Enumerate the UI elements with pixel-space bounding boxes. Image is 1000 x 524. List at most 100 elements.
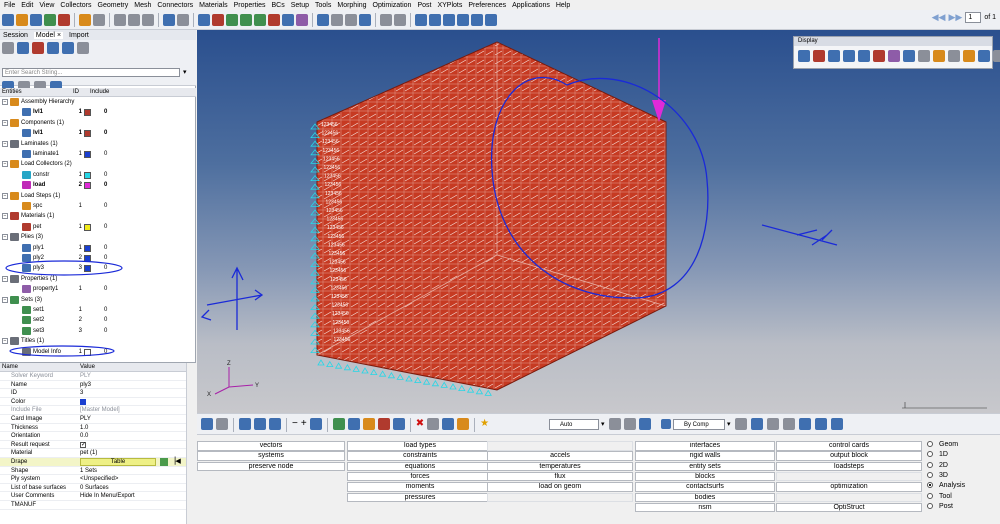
property-row[interactable]: Shape 1 Sets [0,467,186,476]
close-tab-icon[interactable]: × [57,32,61,39]
radio-circle-icon[interactable] [927,451,933,458]
menu-properties[interactable]: Properties [234,2,266,9]
display-abc-blue-icon[interactable] [978,50,990,62]
property-color-swatch[interactable] [80,398,86,405]
panel-button-constraints[interactable]: constraints [347,451,493,461]
drape-value[interactable]: Table [80,458,156,466]
export-icon[interactable] [44,13,56,26]
property-row[interactable]: Result request ✓ [0,441,186,450]
panel-button-rigid-walls[interactable]: rigid walls [635,451,775,461]
radio-circle-icon[interactable] [927,482,933,489]
open-model-icon[interactable] [2,13,14,26]
delete-icon[interactable]: ✖ [416,418,424,432]
user-profile-icon[interactable] [79,13,91,26]
star-icon[interactable]: ★ [480,418,489,432]
by-comp-dropdown[interactable]: By Comp [673,419,725,430]
plus-icon[interactable]: + [301,418,307,432]
property-row[interactable]: Name ply3 [0,381,186,390]
display-plies-icon[interactable] [873,50,885,62]
property-value[interactable]: [Master Model] [80,406,120,415]
property-row[interactable]: User Comments Hide In Menu/Export [0,492,186,501]
property-row[interactable]: TMANUF [0,501,186,510]
panel-button-contactsurfs[interactable]: contactsurfs [635,482,775,492]
property-row[interactable]: Thickness 1.0 [0,424,186,433]
monitor-icon[interactable] [831,418,843,430]
undo-icon[interactable] [163,13,175,26]
box-display-icon[interactable] [751,418,763,430]
panel-button-nsm[interactable]: nsm [635,502,775,513]
shade-icon[interactable] [142,13,154,26]
menu-view[interactable]: View [39,2,54,9]
panel-button-pressures[interactable]: pressures [347,492,493,502]
copy-icon[interactable] [380,13,392,26]
reverse-icon[interactable] [442,418,455,430]
browser-tool-2-icon[interactable] [17,42,29,54]
display-thickness-icon[interactable] [888,50,900,62]
search-entities-icon[interactable] [457,418,470,430]
radio-1d[interactable]: 1D [927,450,948,460]
undo-view-icon[interactable] [269,418,281,430]
display-elements-icon[interactable] [798,50,810,62]
element-color-icon[interactable] [735,418,747,430]
panel-icon[interactable] [93,13,105,26]
view-back-icon[interactable] [240,13,252,26]
auto-dropdown-arrow-icon[interactable]: ▾ [601,420,605,428]
display-labels-icon[interactable] [933,50,945,62]
menu-connectors[interactable]: Connectors [157,2,193,9]
menu-help[interactable]: Help [556,2,570,9]
property-value[interactable]: 0 Surfaces [80,484,109,493]
menu-mesh[interactable]: Mesh [134,2,151,9]
move-icon[interactable] [359,13,371,26]
entity-groups-icon[interactable] [332,418,345,430]
tab-import[interactable]: Import [69,32,89,39]
reset-icon[interactable] [58,13,70,26]
panel-button-output-block[interactable]: output block [776,451,922,461]
mesh-icon[interactable] [201,418,213,430]
tab-session[interactable]: Session [3,32,28,39]
transparency-icon[interactable] [609,418,621,430]
property-row[interactable]: List of base surfaces 0 Surfaces [0,484,186,493]
page-layout-4-icon[interactable] [457,13,469,26]
panel-button-temperatures[interactable]: temperatures [487,461,633,472]
page-layout-3-icon[interactable] [443,13,455,26]
view-iso-icon[interactable] [254,13,266,26]
page-number-input[interactable]: 1 [965,12,982,23]
display-numbers-icon[interactable] [918,50,930,62]
display-comps-icon[interactable] [813,50,825,62]
node-display-icon[interactable] [783,418,795,430]
property-value[interactable]: Hide In Menu/Export [80,492,135,501]
rotate-view-icon[interactable] [309,418,322,430]
entity-select-icon[interactable] [347,418,360,430]
panel-button-equations[interactable]: equations [347,461,493,472]
display-abc-highlight-icon[interactable] [963,50,975,62]
property-value[interactable]: 0.0 [80,432,88,441]
model-canvas[interactable]: 123456 123456 123456 123456 123456 123456 1234… [197,30,1000,413]
panel-button-moments[interactable]: moments [347,482,493,492]
panel-button-entity-sets[interactable]: entity sets [635,461,775,472]
property-value[interactable]: 1 Sets [80,467,97,476]
property-row[interactable]: Drape Table ▕◀ [0,458,186,467]
render-mode-icon[interactable] [128,13,140,26]
browser-tool-3-icon[interactable] [32,42,44,54]
display-loads-icon[interactable] [828,50,840,62]
menu-bcs[interactable]: BCs [271,2,284,9]
radio-circle-icon[interactable] [927,441,933,448]
panel-button-flux[interactable]: flux [487,471,633,482]
menu-preferences[interactable]: Preferences [468,2,506,9]
menu-applications[interactable]: Applications [512,2,550,9]
find-icon[interactable] [317,13,329,26]
display-abc-icon[interactable] [948,50,960,62]
drape-nav-icon[interactable]: ▕◀ [170,458,181,467]
panel-button-blocks[interactable]: blocks [635,471,775,482]
panel-button-load-types[interactable]: load types [347,441,493,451]
color-icon[interactable] [377,418,390,430]
redo-icon[interactable] [177,13,189,26]
menu-optimization[interactable]: Optimization [373,2,412,9]
panel-button-forces[interactable]: forces [347,471,493,482]
shaded-elements-icon[interactable] [815,418,827,430]
property-value[interactable]: 3 [80,389,83,398]
page-layout-5-icon[interactable] [471,13,483,26]
display-more-icon[interactable] [993,50,1000,62]
menu-setup[interactable]: Setup [291,2,309,9]
line-display-icon[interactable] [767,418,779,430]
